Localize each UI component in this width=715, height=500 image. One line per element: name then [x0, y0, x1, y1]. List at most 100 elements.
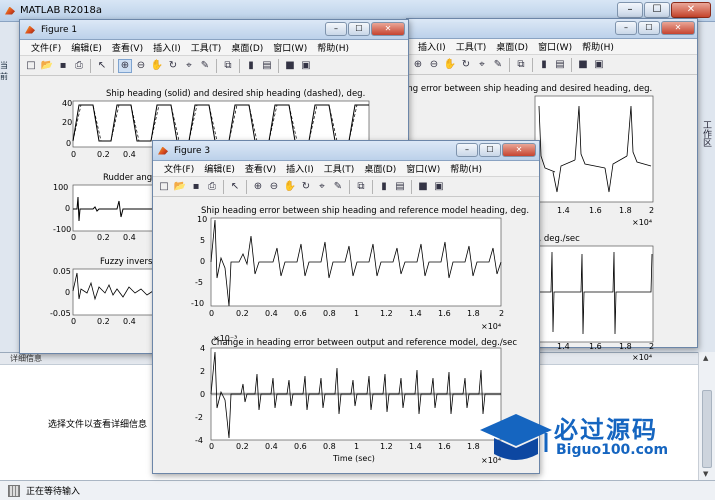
pan-icon[interactable]: ✋ [283, 180, 297, 194]
colorbar-icon[interactable]: ▮ [377, 180, 391, 194]
edit-plot-icon[interactable]: ↖ [228, 180, 242, 194]
menu-window[interactable]: 窗口(W) [401, 162, 445, 175]
zoom-in-icon[interactable]: ⊕ [118, 58, 132, 73]
hide-tools-icon[interactable]: ■ [283, 59, 297, 73]
new-figure-icon[interactable]: □ [157, 180, 171, 194]
show-tools-icon[interactable]: ▣ [432, 180, 446, 194]
figure-1-titlebar[interactable]: Figure 1 – ☐ ✕ [20, 20, 408, 40]
zoom-out-icon[interactable]: ⊖ [134, 59, 148, 73]
fig1-axes2-xtick: 0.4 [123, 233, 136, 242]
minimize-button[interactable]: – [617, 2, 643, 18]
hide-tools-icon[interactable]: ■ [576, 58, 590, 72]
colorbar-icon[interactable]: ▮ [244, 59, 258, 73]
pan-icon[interactable]: ✋ [443, 58, 457, 72]
fig3-minimize-button[interactable]: – [456, 143, 478, 157]
print-icon[interactable]: ⎙ [205, 180, 219, 194]
rotate-icon[interactable]: ↻ [459, 58, 473, 72]
fig2-axes2-exponent: ×10⁴ [632, 353, 653, 362]
colorbar-icon[interactable]: ▮ [537, 58, 551, 72]
figure-2-titlebar[interactable]: – ☐ ✕ [407, 19, 697, 39]
open-icon[interactable]: 📂 [40, 59, 54, 73]
close-button[interactable]: ✕ [671, 2, 711, 18]
zoom-in-icon[interactable]: ⊕ [411, 58, 425, 72]
scroll-up-icon[interactable]: ▲ [703, 354, 708, 362]
fig3-axes2-xlabel: Time (sec) [333, 454, 375, 463]
pan-icon[interactable]: ✋ [150, 59, 164, 73]
save-icon[interactable]: ▪ [56, 59, 70, 73]
legend-icon[interactable]: ▤ [260, 59, 274, 73]
menu-insert[interactable]: 插入(I) [148, 41, 186, 54]
zoom-out-icon[interactable]: ⊖ [267, 180, 281, 194]
menu-help[interactable]: 帮助(H) [577, 40, 619, 53]
menu-help[interactable]: 帮助(H) [445, 162, 487, 175]
fig3-axes1-plot [210, 217, 502, 307]
menu-window[interactable]: 窗口(W) [533, 40, 577, 53]
menu-tools[interactable]: 工具(T) [451, 40, 492, 53]
scroll-down-icon[interactable]: ▼ [703, 470, 708, 478]
brush-icon[interactable]: ✎ [491, 58, 505, 72]
menu-file[interactable]: 文件(F) [26, 41, 66, 54]
fig3-axes2-xtick: 1.4 [409, 442, 422, 451]
rotate-icon[interactable]: ↻ [166, 59, 180, 73]
fig1-maximize-button[interactable]: ☐ [348, 22, 370, 36]
edit-plot-icon[interactable]: ↖ [95, 59, 109, 73]
data-cursor-icon[interactable]: ⌖ [182, 59, 196, 73]
new-figure-icon[interactable]: □ [24, 59, 38, 73]
fig1-minimize-button[interactable]: – [325, 22, 347, 36]
fig2-minimize-button[interactable]: – [615, 21, 637, 35]
show-tools-icon[interactable]: ▣ [299, 59, 313, 73]
menu-desktop[interactable]: 桌面(D) [359, 162, 401, 175]
workspace-side-tab[interactable]: 工作区 [699, 120, 713, 160]
maximize-button[interactable]: ☐ [644, 2, 670, 18]
link-icon[interactable]: ⧉ [221, 59, 235, 73]
menu-window[interactable]: 窗口(W) [268, 41, 312, 54]
fig2-axes2-xtick: 1.6 [589, 342, 602, 351]
menu-desktop[interactable]: 桌面(D) [226, 41, 268, 54]
data-cursor-icon[interactable]: ⌖ [475, 58, 489, 72]
link-icon[interactable]: ⧉ [354, 180, 368, 194]
fig3-axes2-ytick: 2 [200, 367, 206, 376]
show-tools-icon[interactable]: ▣ [592, 58, 606, 72]
menu-help[interactable]: 帮助(H) [312, 41, 354, 54]
menu-insert[interactable]: 插入(I) [413, 40, 451, 53]
menu-tools[interactable]: 工具(T) [186, 41, 227, 54]
menu-file[interactable]: 文件(F) [159, 162, 199, 175]
menu-desktop[interactable]: 桌面(D) [491, 40, 533, 53]
fig3-axes2-ytick: 4 [200, 344, 206, 353]
fig1-axes3-title: Fuzzy inverse [100, 257, 158, 267]
zoom-out-icon[interactable]: ⊖ [427, 58, 441, 72]
watermark-brand: 必过源码 [554, 416, 658, 444]
legend-icon[interactable]: ▤ [553, 58, 567, 72]
legend-icon[interactable]: ▤ [393, 180, 407, 194]
fig3-axes1-ytick: -10 [191, 299, 205, 308]
fig3-menubar: 文件(F) 编辑(E) 查看(V) 插入(I) 工具(T) 桌面(D) 窗口(W… [153, 161, 539, 177]
menu-view[interactable]: 查看(V) [240, 162, 281, 175]
print-icon[interactable]: ⎙ [72, 59, 86, 73]
fig2-close-button[interactable]: ✕ [661, 21, 695, 35]
fig3-axes1-xtick: 0.4 [265, 309, 278, 318]
menu-insert[interactable]: 插入(I) [281, 162, 319, 175]
save-icon[interactable]: ▪ [189, 180, 203, 194]
menu-edit[interactable]: 编辑(E) [199, 162, 240, 175]
rotate-icon[interactable]: ↻ [299, 180, 313, 194]
fig3-axes1-xtick: 1.2 [380, 309, 393, 318]
brush-icon[interactable]: ✎ [331, 180, 345, 194]
fig2-maximize-button[interactable]: ☐ [638, 21, 660, 35]
open-icon[interactable]: 📂 [173, 180, 187, 194]
hide-tools-icon[interactable]: ■ [416, 180, 430, 194]
menu-tools[interactable]: 工具(T) [319, 162, 360, 175]
link-icon[interactable]: ⧉ [514, 58, 528, 72]
fig3-close-button[interactable]: ✕ [502, 143, 536, 157]
fig3-axes1-xtick: 1.6 [438, 309, 451, 318]
fig1-close-button[interactable]: ✕ [371, 22, 405, 36]
current-folder-tab[interactable]: 当前 [0, 60, 12, 82]
fig3-axes1-xtick: 1.4 [409, 309, 422, 318]
menu-edit[interactable]: 编辑(E) [66, 41, 107, 54]
zoom-in-icon[interactable]: ⊕ [251, 180, 265, 194]
data-cursor-icon[interactable]: ⌖ [315, 180, 329, 194]
fig2-axes1-xtick: 1.4 [557, 206, 570, 215]
brush-icon[interactable]: ✎ [198, 59, 212, 73]
menu-view[interactable]: 查看(V) [107, 41, 148, 54]
figure-3-titlebar[interactable]: Figure 3 – ☐ ✕ [153, 141, 539, 161]
fig3-maximize-button[interactable]: ☐ [479, 143, 501, 157]
